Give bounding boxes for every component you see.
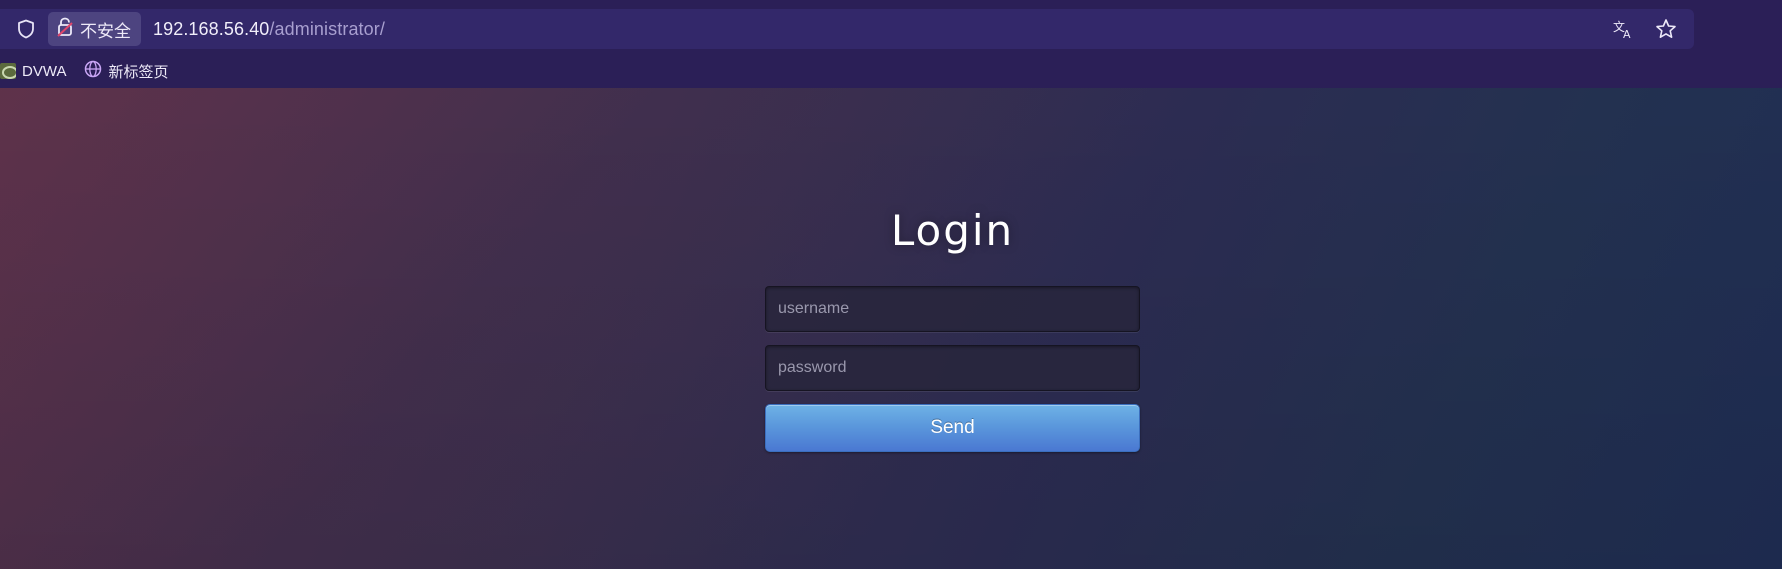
url-path: /administrator/ bbox=[269, 18, 385, 39]
browser-chrome: 不安全 192.168.56.40/administrator/ 文 A DVW… bbox=[0, 0, 1782, 88]
password-input[interactable] bbox=[765, 345, 1140, 391]
insecure-lock-icon bbox=[57, 17, 73, 42]
security-label: 不安全 bbox=[80, 21, 131, 41]
bookmark-label: 新标签页 bbox=[108, 63, 169, 81]
login-page: Login Send bbox=[0, 88, 1782, 569]
url-host: 192.168.56.40 bbox=[153, 18, 270, 39]
shield-icon[interactable] bbox=[6, 9, 46, 49]
dvwa-favicon-icon bbox=[0, 63, 16, 79]
username-input[interactable] bbox=[765, 286, 1140, 332]
globe-icon bbox=[84, 60, 102, 82]
translate-icon[interactable]: 文 A bbox=[1608, 13, 1640, 45]
bookmark-new-tab[interactable]: 新标签页 bbox=[84, 60, 168, 82]
bookmark-label: DVWA bbox=[22, 62, 67, 80]
send-button[interactable]: Send bbox=[765, 404, 1140, 452]
svg-text:A: A bbox=[1623, 28, 1631, 39]
security-indicator[interactable]: 不安全 bbox=[48, 12, 141, 46]
star-icon[interactable] bbox=[1650, 13, 1682, 45]
bookmarks-bar: DVWA 新标签页 bbox=[0, 56, 168, 86]
address-bar[interactable]: 不安全 192.168.56.40/administrator/ 文 A bbox=[0, 9, 1694, 49]
url-text[interactable]: 192.168.56.40/administrator/ bbox=[153, 19, 385, 40]
bookmark-dvwa[interactable]: DVWA bbox=[0, 63, 66, 80]
login-title: Login bbox=[890, 206, 1015, 255]
